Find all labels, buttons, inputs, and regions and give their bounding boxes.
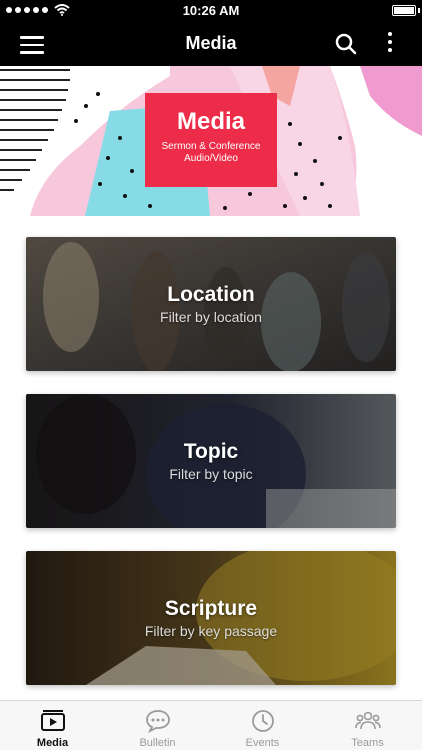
topic-card-title: Topic [183,440,239,463]
topic-card-text: Topic Filter by topic [26,440,396,483]
tab-label: Events [245,737,280,749]
scripture-card-title: Scripture [164,597,258,620]
tab-bar: Media Bulletin Events Teams [0,700,422,750]
hero-subtitle-line2: Audio/Video [184,153,238,164]
clock-icon [252,710,274,732]
tab-bulletin[interactable]: Bulletin [105,701,210,751]
hero-subtitle: Sermon & Conference Audio/Video [145,141,277,165]
scripture-card-subtitle: Filter by key passage [144,623,278,639]
topic-card-subtitle: Filter by topic [169,466,253,482]
topic-card[interactable]: Topic Filter by topic [26,394,396,528]
tab-media[interactable]: Media [0,701,105,751]
page-title: Media [185,33,237,53]
hero-title: Media [176,108,245,135]
more-options-icon[interactable] [380,32,400,56]
tab-label: Media [36,737,69,749]
hero-media-card: Media Sermon & Conference Audio/Video [145,93,277,187]
chat-bubble-icon [146,710,170,733]
tab-label: Bulletin [139,737,176,749]
tab-teams[interactable]: Teams [315,701,420,751]
people-icon [355,711,381,730]
location-card-subtitle: Filter by location [160,309,262,325]
tab-label: Teams [351,737,384,749]
search-icon[interactable] [334,32,358,56]
nav-bar: Media [0,22,422,66]
location-card[interactable]: Location Filter by location [26,237,396,371]
location-card-text: Location Filter by location [26,283,396,326]
hero-banner: Media Sermon & Conference Audio/Video [0,66,422,216]
scripture-card-text: Scripture Filter by key passage [26,597,396,640]
hero-subtitle-line1: Sermon & Conference [161,141,261,152]
tab-events[interactable]: Events [210,701,315,751]
status-bar: 10:26 AM [0,0,422,22]
battery-tip [418,8,420,13]
location-card-title: Location [167,283,255,306]
scripture-card[interactable]: Scripture Filter by key passage [26,551,396,685]
battery-icon [392,5,416,16]
media-icon [41,710,65,731]
status-time: 10:26 AM [182,3,240,18]
